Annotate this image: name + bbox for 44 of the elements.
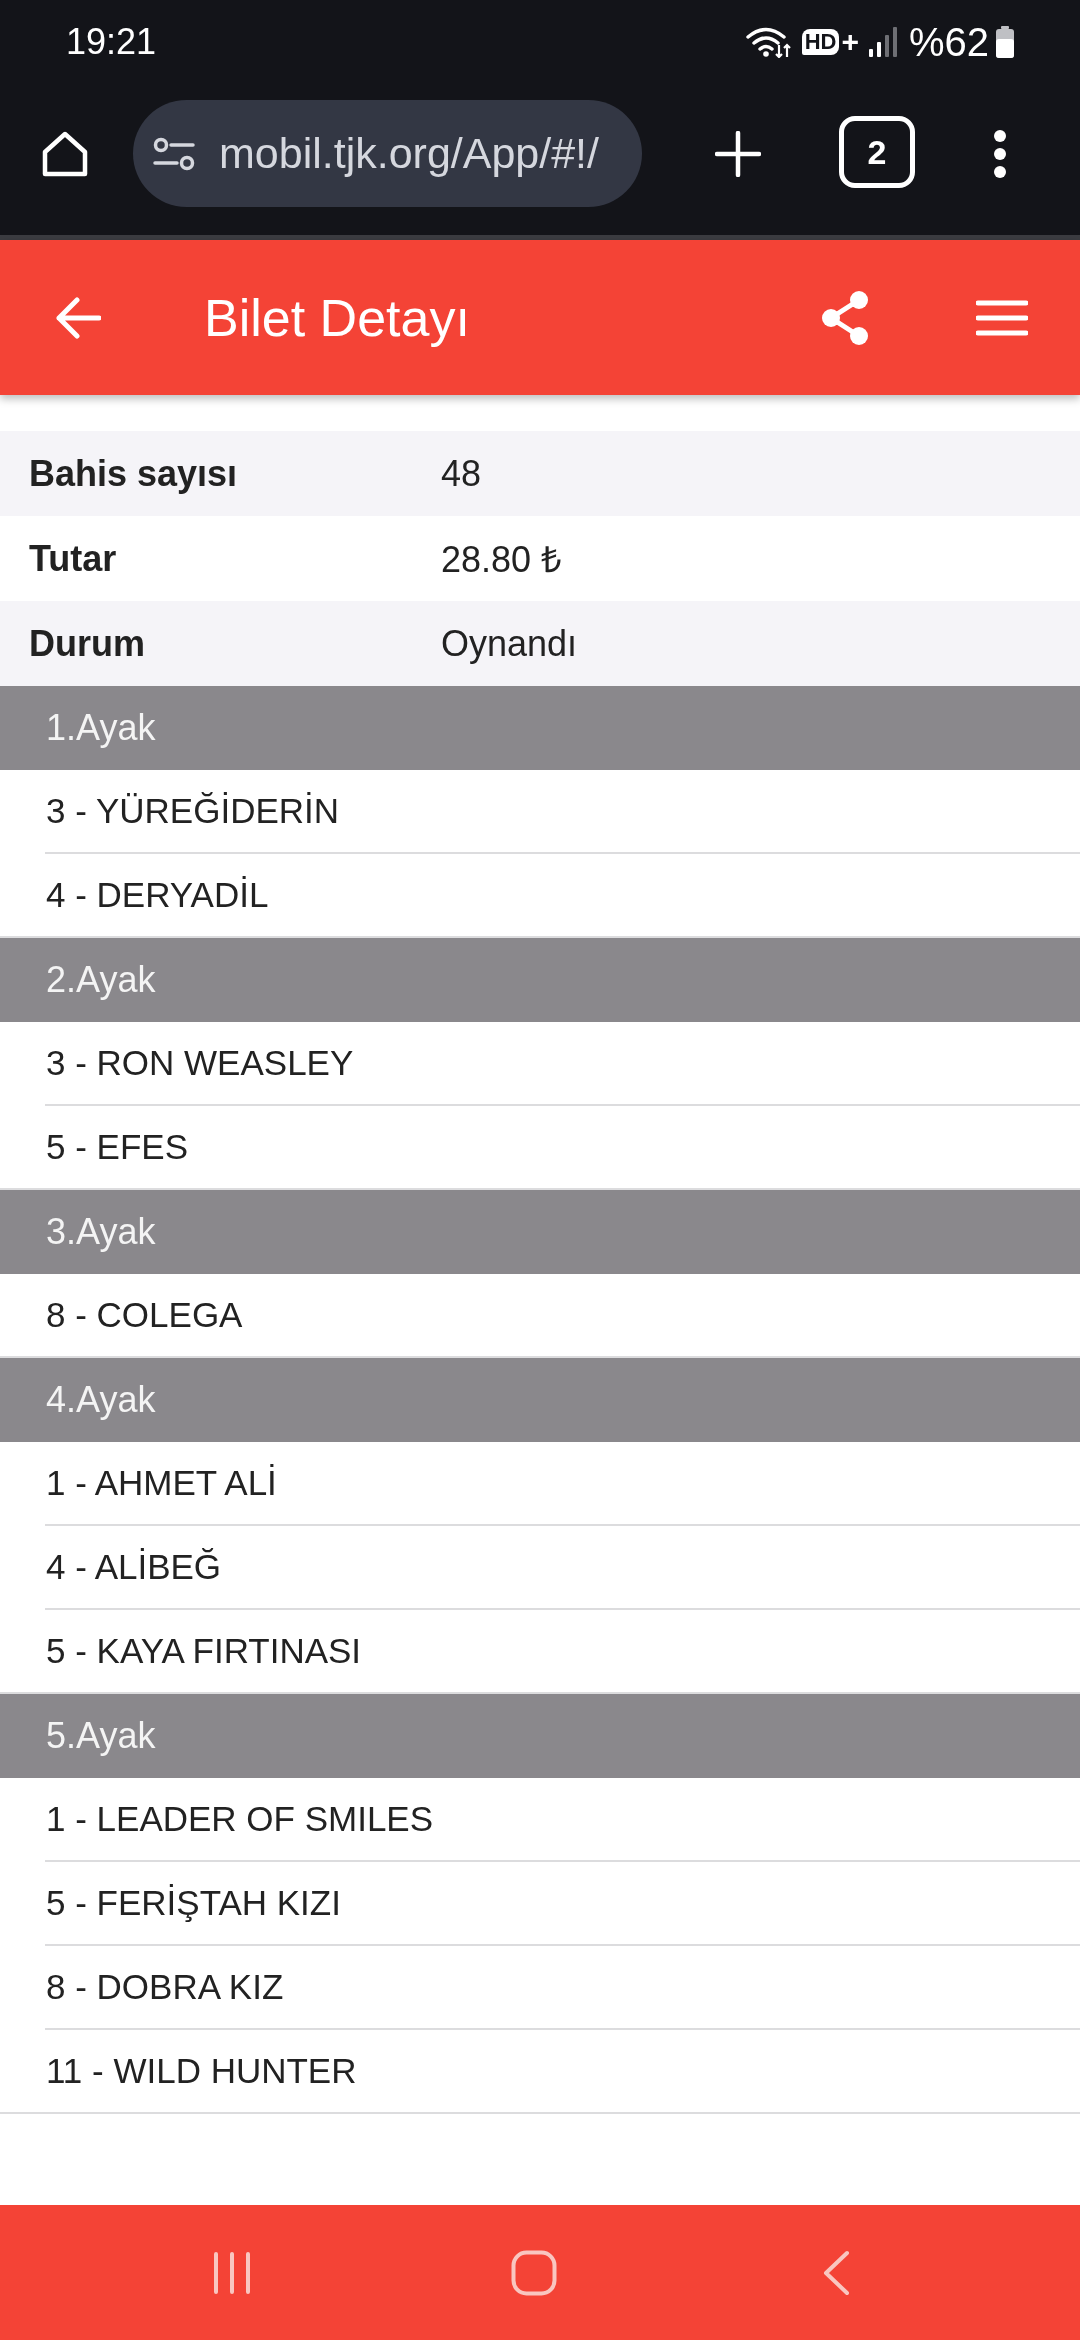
horse-entry: 3 - RON WEASLEY <box>45 1022 1080 1106</box>
horse-entry: 5 - FERİŞTAH KIZI <box>45 1862 1080 1946</box>
horse-entry: 1 - LEADER OF SMILES <box>45 1778 1080 1862</box>
horse-entry: 4 - DERYADİL <box>45 874 270 916</box>
home-icon <box>40 129 90 178</box>
url-text: mobil.tjk.org/App/#!/ <box>219 129 599 178</box>
status-time: 19:21 <box>66 21 157 63</box>
menu-icon <box>976 299 1028 336</box>
horse-entry: 3 - YÜREĞİDERİN <box>45 770 1080 854</box>
detail-label: Bahis sayısı <box>28 452 239 495</box>
detail-value: Oynandı <box>441 622 578 665</box>
leg-header: 1.Ayak <box>0 686 1080 770</box>
detail-value: 48 <box>441 452 482 495</box>
horse-entry: 5 - EFES <box>45 1126 189 1168</box>
tab-switcher-button[interactable]: 2 <box>839 116 915 188</box>
leg-header: 3.Ayak <box>0 1190 1080 1274</box>
detail-label: Tutar <box>28 537 118 580</box>
horse-entry: 4 - ALİBEĞ <box>45 1526 1080 1610</box>
leg-header: 5.Ayak <box>0 1694 1080 1778</box>
horse-entry: 8 - COLEGA <box>45 1294 244 1336</box>
battery-percent: %62 <box>908 19 989 65</box>
horse-entry: 11 - WILD HUNTER <box>45 2050 358 2092</box>
battery-icon <box>995 26 1015 58</box>
leg-header: 4.Ayak <box>0 1358 1080 1442</box>
recents-icon <box>212 2250 252 2295</box>
share-icon <box>819 289 871 346</box>
detail-label: Durum <box>28 622 146 665</box>
horse-entry: 1 - AHMET ALİ <box>45 1442 1080 1526</box>
leg-header: 2.Ayak <box>0 938 1080 1022</box>
plus-icon <box>715 130 761 177</box>
more-icon <box>993 128 1007 179</box>
home-square-icon <box>511 2249 557 2296</box>
hd-plus-text: + <box>841 25 859 59</box>
page-title: Bilet Detayı <box>204 287 470 348</box>
back-chevron-icon <box>822 2249 850 2296</box>
horse-entry: 5 - KAYA FIRTINASI <box>45 1630 363 1672</box>
back-arrow-icon <box>55 296 101 339</box>
sliders-icon[interactable] <box>153 136 195 171</box>
wifi-icon <box>745 26 792 58</box>
hd-badge: HD <box>801 29 840 55</box>
detail-value: 28.80 ₺ <box>441 538 563 582</box>
horse-entry: 8 - DOBRA KIZ <box>45 1946 1080 2030</box>
address-bar[interactable]: mobil.tjk.org/App/#!/ <box>133 100 642 207</box>
signal-icon <box>868 27 897 57</box>
